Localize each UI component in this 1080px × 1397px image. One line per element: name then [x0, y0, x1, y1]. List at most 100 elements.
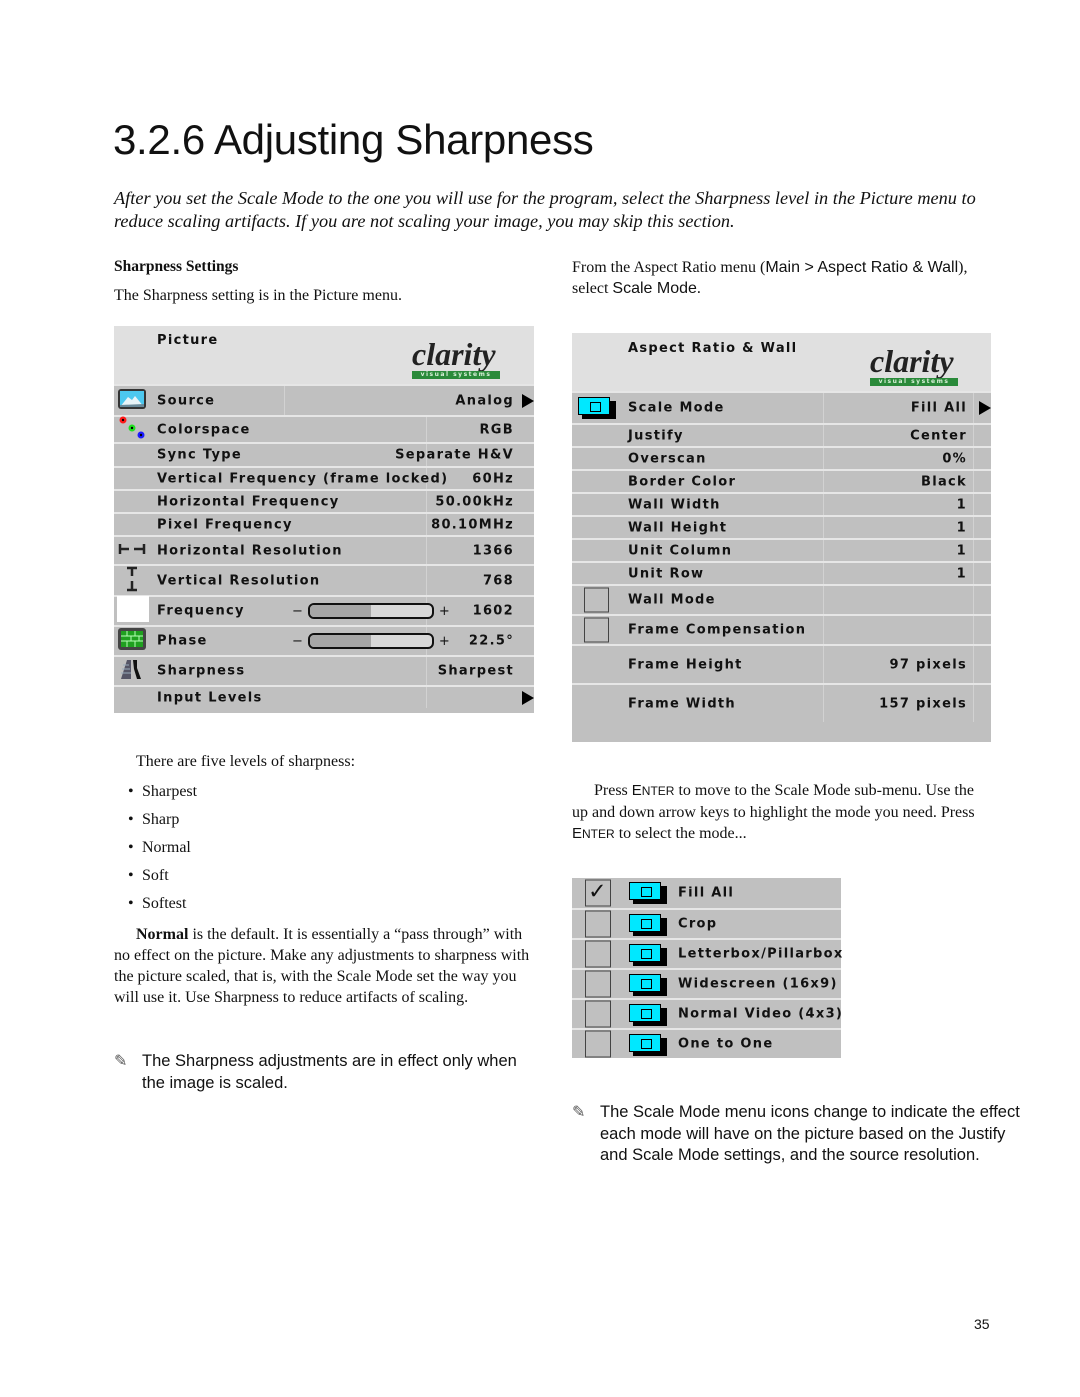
- frequency-slider[interactable]: − +: [292, 603, 450, 619]
- mountain-photo-icon: [117, 387, 147, 415]
- picture-menu-row-colorspace[interactable]: Colorspace RGB: [114, 415, 534, 442]
- row-value: 1602: [472, 603, 514, 619]
- row-label: Sharpness: [157, 663, 246, 679]
- row-label: Justify: [628, 428, 684, 443]
- aspect-menu-row-scale-mode[interactable]: Scale Mode Fill All: [572, 391, 991, 423]
- picture-menu-row-pixel-frequency[interactable]: Pixel Frequency 80.10MHz: [114, 512, 534, 535]
- scale-option-fill-all[interactable]: ✓ Fill All: [572, 878, 841, 908]
- phase-slider[interactable]: − +: [292, 633, 450, 649]
- clarity-logo: clarity visual systems: [868, 343, 982, 389]
- picture-menu-row-input-levels[interactable]: Input Levels: [114, 685, 534, 708]
- slider-minus-icon[interactable]: −: [292, 604, 303, 619]
- aspect-menu-row-frame-height[interactable]: Frame Height 97 pixels: [572, 644, 991, 683]
- aspect-menu-row-border-color[interactable]: Border Color Black: [572, 469, 991, 492]
- column-divider: [823, 685, 824, 722]
- scale-option-one-to-one[interactable]: One to One: [572, 1028, 841, 1058]
- slider-plus-icon[interactable]: +: [439, 634, 450, 649]
- column-divider: [823, 494, 824, 515]
- row-value: Fill All: [910, 400, 967, 416]
- sharpness-level-item: • Sharpest: [128, 781, 197, 809]
- row-value: Analog: [455, 393, 514, 408]
- bullet-icon: •: [128, 783, 134, 800]
- checkmark-icon[interactable]: ✓: [585, 879, 611, 907]
- option-checkbox[interactable]: [585, 1030, 611, 1058]
- section-lead: The Sharpness setting is in the Picture …: [114, 287, 402, 304]
- submenu-arrow-icon[interactable]: [522, 690, 534, 705]
- picture-menu-row-vertical-frequency-frame-locked[interactable]: Vertical Frequency (frame locked) 60Hz: [114, 466, 534, 489]
- column-divider: [973, 517, 974, 538]
- column-divider: [973, 494, 974, 515]
- row-label: Wall Height: [628, 520, 728, 535]
- intro-text-c: .: [696, 280, 701, 297]
- submenu-arrow-icon[interactable]: [979, 401, 991, 415]
- scale-option-letterbox-pillarbox[interactable]: Letterbox/Pillarbox: [572, 938, 844, 968]
- page-number: 35: [974, 1316, 990, 1332]
- aspect-menu-row-wall-mode[interactable]: Wall Mode: [572, 584, 991, 614]
- column-divider: [426, 657, 427, 685]
- scale-option-widescreen-16x9[interactable]: Widescreen (16x9): [572, 968, 841, 998]
- picture-menu-row-sharpness[interactable]: Sharpness Sharpest: [114, 655, 534, 685]
- aspect-menu-title: Aspect Ratio & Wall: [628, 341, 798, 356]
- slider-minus-icon[interactable]: −: [292, 634, 303, 649]
- enter-key-label: ENTER: [631, 782, 675, 799]
- aspect-menu-row-wall-height[interactable]: Wall Height 1: [572, 515, 991, 538]
- scale-mode-icon: [629, 944, 667, 966]
- rgb-dots-icon: [117, 415, 149, 445]
- row-value: 1366: [472, 543, 514, 558]
- aspect-menu-row-overscan[interactable]: Overscan 0%: [572, 446, 991, 469]
- option-checkbox[interactable]: [585, 910, 611, 938]
- option-checkbox[interactable]: [585, 970, 611, 998]
- scale-mode-icon: [629, 1034, 667, 1056]
- normal-paragraph: Normal is the default. It is essentially…: [114, 924, 534, 1008]
- slider-plus-icon[interactable]: +: [439, 604, 450, 619]
- aspect-menu-row-unit-column[interactable]: Unit Column 1: [572, 538, 991, 561]
- picture-menu-row-phase[interactable]: Phase − +22.5°: [114, 625, 534, 655]
- slider-track[interactable]: [307, 603, 434, 619]
- submenu-arrow-icon[interactable]: [522, 393, 534, 408]
- clarity-logo: clarity visual systems: [410, 336, 524, 382]
- row-label: Vertical Resolution: [157, 573, 321, 588]
- column-divider: [426, 537, 427, 564]
- row-value: Sharpest: [437, 663, 514, 679]
- aspect-menu-row-frame-width[interactable]: Frame Width 157 pixels: [572, 683, 991, 722]
- option-label: Fill All: [678, 885, 735, 901]
- column-divider: [823, 393, 824, 423]
- row-label: Frame Compensation: [628, 622, 807, 638]
- aspect-menu-row-justify[interactable]: Justify Center: [572, 423, 991, 446]
- picture-menu-row-vertical-resolution[interactable]: Vertical Resolution 768: [114, 564, 534, 595]
- picture-menu-row-sync-type[interactable]: Sync Type Separate H&V: [114, 442, 534, 466]
- scale-mode-icon: [578, 397, 616, 419]
- picture-menu-row-horizontal-frequency[interactable]: Horizontal Frequency 50.00kHz: [114, 489, 534, 512]
- aspect-menu-header: Aspect Ratio & Wall clarity visual syste…: [572, 333, 991, 391]
- row-value: 22.5°: [468, 633, 514, 649]
- option-checkbox[interactable]: [585, 940, 611, 968]
- scale-option-normal-video-4x3[interactable]: Normal Video (4x3): [572, 998, 842, 1028]
- column-divider: [973, 563, 974, 584]
- option-checkbox[interactable]: [585, 1000, 611, 1028]
- frame-compensation-checkbox[interactable]: [584, 617, 609, 643]
- slider-fill: [309, 635, 371, 647]
- sharpness-level-item: • Softest: [128, 893, 197, 921]
- row-value: Separate H&V: [395, 447, 514, 463]
- picture-menu-row-frequency[interactable]: Frequency − +1602: [114, 595, 534, 625]
- column-divider: [823, 448, 824, 469]
- column-divider: [426, 491, 427, 512]
- option-label: Letterbox/Pillarbox: [678, 946, 844, 962]
- aspect-menu-row-unit-row[interactable]: Unit Row 1: [572, 561, 991, 584]
- wall-mode-checkbox[interactable]: [584, 587, 609, 613]
- scale-mode-icon: [629, 1004, 667, 1026]
- picture-menu-row-horizontal-resolution[interactable]: Horizontal Resolution 1366: [114, 535, 534, 564]
- column-divider: [973, 393, 974, 423]
- column-divider: [823, 517, 824, 538]
- row-label: Sync Type: [157, 447, 242, 463]
- picture-menu-row-source[interactable]: Source Analog: [114, 384, 534, 415]
- aspect-menu-row-frame-compensation[interactable]: Frame Compensation: [572, 614, 991, 644]
- aspect-menu-row-wall-width[interactable]: Wall Width 1: [572, 492, 991, 515]
- slider-track[interactable]: [307, 633, 434, 649]
- option-label: Crop: [678, 916, 718, 932]
- intro-text-a: From the Aspect Ratio menu (: [572, 259, 766, 276]
- level-label: Normal: [142, 839, 191, 856]
- scale-option-crop[interactable]: Crop: [572, 908, 841, 938]
- column-divider: [823, 586, 824, 614]
- bullet-icon: •: [128, 839, 134, 856]
